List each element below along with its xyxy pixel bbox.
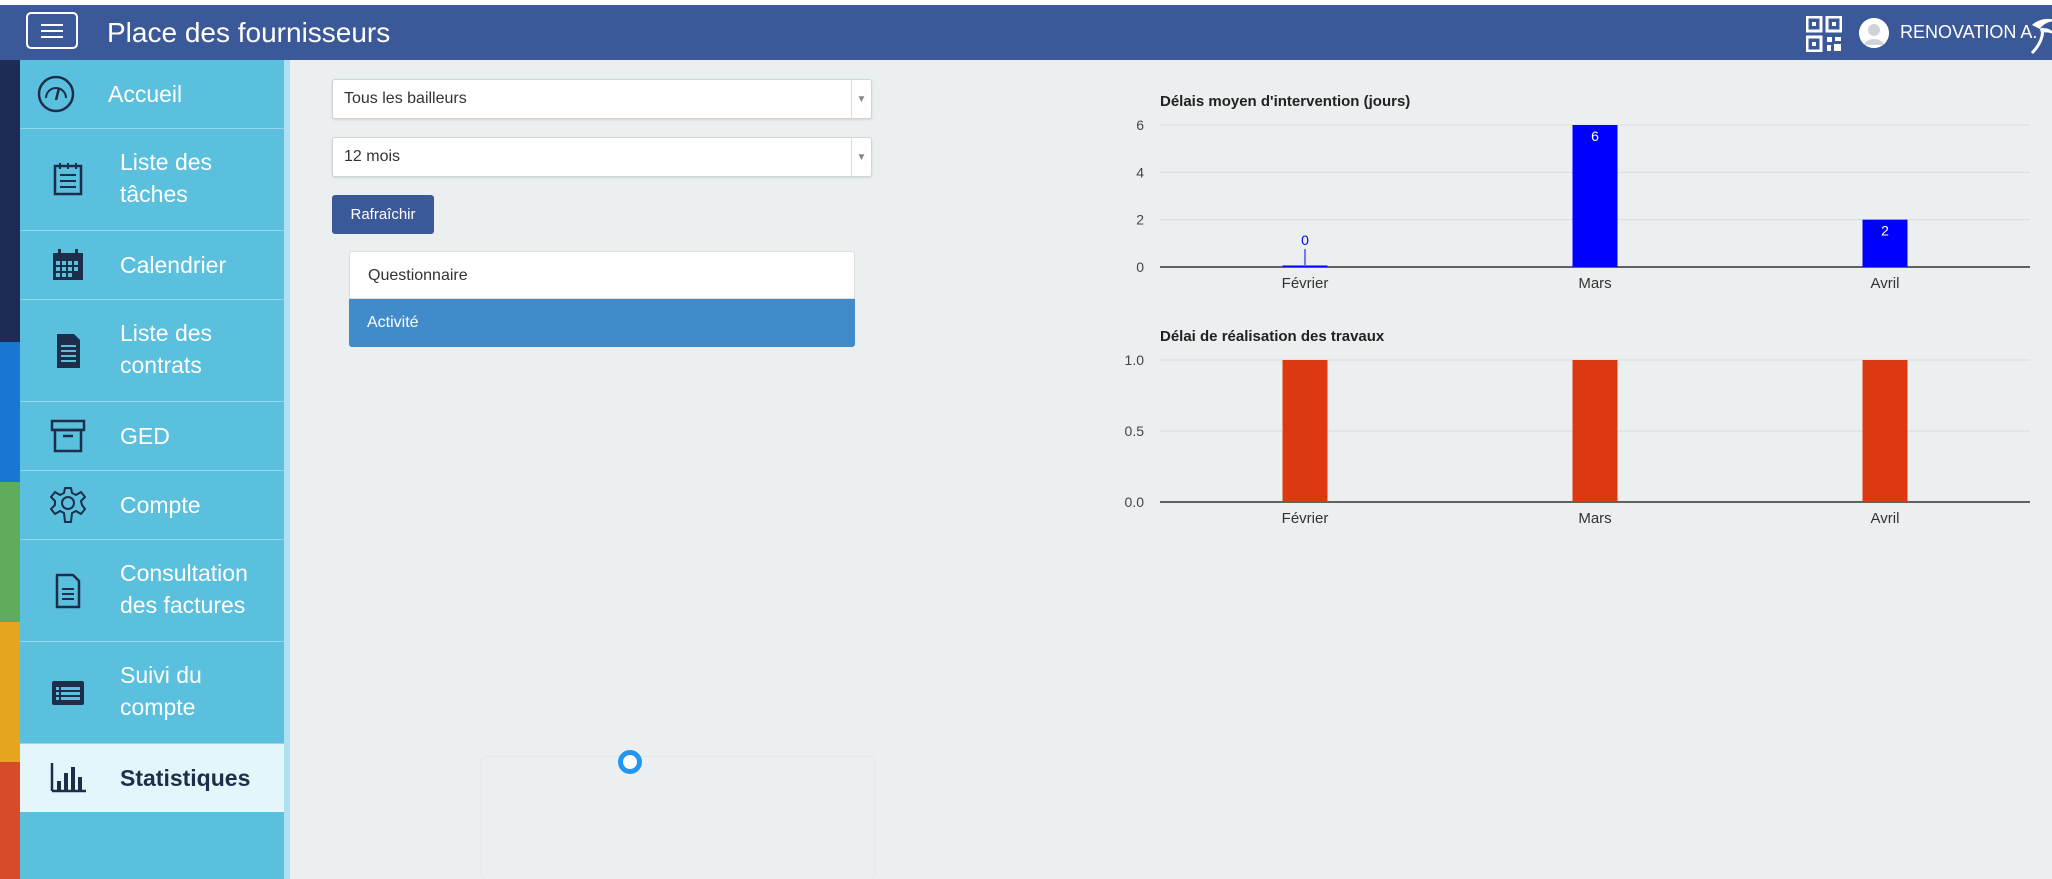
sidebar-item-calendrier[interactable]: Calendrier (20, 231, 284, 300)
user-avatar-icon (1859, 18, 1889, 48)
chevron-down-icon: ▼ (851, 138, 871, 176)
chart-title: Délais moyen d'intervention (jours) (1160, 93, 1410, 110)
sidebar-item-suivi[interactable]: Suivi du compte (20, 642, 284, 744)
x-tick-label: Février (1282, 275, 1329, 292)
qr-code-icon[interactable] (1806, 16, 1842, 52)
user-avatar[interactable] (1859, 18, 1889, 48)
sidebar-stripe-orange (0, 622, 20, 762)
sidebar-item-factures[interactable]: Consultation des factures (20, 540, 284, 642)
chevron-down-icon: ▼ (851, 80, 871, 118)
sidebar-item-contrats[interactable]: Liste des contrats (20, 300, 284, 402)
bailleur-select[interactable]: Tous les bailleurs ▼ (332, 79, 872, 119)
chart-delais-intervention: Délais moyen d'intervention (jours) 0 2 4 6 0… (1136, 93, 2030, 292)
bar-mars (1572, 125, 1618, 267)
x-tick-label: Avril (1871, 275, 1900, 292)
file-text-icon (48, 571, 88, 611)
sidebar-item-label: GED (120, 423, 170, 449)
chart-title: Délai de réalisation des travaux (1160, 328, 1385, 345)
chart-delai-realisation: Délai de réalisation des travaux 0.0 0.5 1.… (1125, 328, 2030, 527)
x-tick-label: Mars (1578, 275, 1611, 292)
y-tick-label: 2 (1136, 212, 1144, 228)
bailleur-select-value: Tous les bailleurs (344, 90, 467, 107)
hamburger-menu-button[interactable] (26, 12, 78, 49)
tab-questionnaire[interactable]: Questionnaire (349, 251, 855, 299)
tab-activite[interactable]: Activité (349, 299, 855, 347)
sidebar-stripe-red (0, 762, 20, 879)
y-tick-label: 6 (1136, 117, 1144, 133)
gear-icon (48, 485, 88, 525)
x-tick-label: Avril (1871, 510, 1900, 527)
sidebar-item-accueil[interactable]: Accueil (20, 60, 284, 129)
data-label: 0 (1301, 232, 1309, 248)
y-tick-label: 0 (1136, 259, 1144, 275)
clipboard-list-icon (48, 159, 88, 199)
sidebar-stripe-green (0, 482, 20, 622)
period-select-value: 12 mois (344, 148, 401, 165)
y-tick-label: 0.5 (1125, 423, 1145, 439)
document-icon (48, 331, 88, 371)
bar-février (1282, 360, 1328, 502)
top-header: Place des fournisseurs RENOVATION A. (0, 5, 2052, 60)
y-tick-label: 0.0 (1125, 494, 1145, 510)
x-tick-label: Février (1282, 510, 1329, 527)
sidebar-item-label: Compte (120, 492, 201, 518)
sidebar-stripe-navy (0, 60, 20, 342)
bar-chart-icon (48, 757, 88, 797)
data-label: 6 (1591, 128, 1599, 144)
period-select[interactable]: 12 mois ▼ (332, 137, 872, 177)
refresh-button[interactable]: Rafraîchir (332, 195, 434, 234)
loading-panel (482, 757, 874, 879)
bar-février (1282, 265, 1328, 267)
sidebar-item-label: Statistiques (120, 765, 251, 791)
sidebar-item-label: Liste des tâches (120, 149, 213, 207)
calendar-icon (48, 245, 88, 285)
user-name[interactable]: RENOVATION A. (1900, 22, 2037, 43)
bar-avril (1862, 360, 1908, 502)
y-tick-label: 4 (1136, 164, 1144, 180)
sidebar: Accueil Liste des tâches Calendrier List… (0, 60, 290, 879)
sidebar-item-label: Accueil (108, 81, 183, 107)
x-tick-label: Mars (1578, 510, 1611, 527)
sidebar-item-statistiques[interactable]: Statistiques (20, 744, 284, 812)
sidebar-item-label: Liste des contrats (120, 320, 213, 378)
bar-mars (1572, 360, 1618, 502)
loading-spinner-icon (618, 750, 642, 774)
sidebar-stripe-blue (0, 342, 20, 482)
sidebar-item-label: Calendrier (120, 252, 227, 278)
sidebar-item-ged[interactable]: GED (20, 402, 284, 471)
sidebar-item-label: Suivi du compte (120, 662, 202, 720)
sidebar-item-label: Consultation des factures (120, 560, 248, 618)
sidebar-item-compte[interactable]: Compte (20, 471, 284, 540)
archive-box-icon (48, 416, 88, 456)
palm-logo-icon (2030, 18, 2052, 55)
data-label: 2 (1881, 223, 1889, 239)
main-content: Tous les bailleurs ▼ 12 mois ▼ Rafraîchi… (290, 60, 2052, 879)
y-tick-label: 1.0 (1125, 352, 1145, 368)
speedometer-icon (36, 74, 76, 114)
app-title: Place des fournisseurs (107, 17, 391, 48)
sidebar-item-taches[interactable]: Liste des tâches (20, 129, 284, 231)
list-window-icon (48, 673, 88, 713)
